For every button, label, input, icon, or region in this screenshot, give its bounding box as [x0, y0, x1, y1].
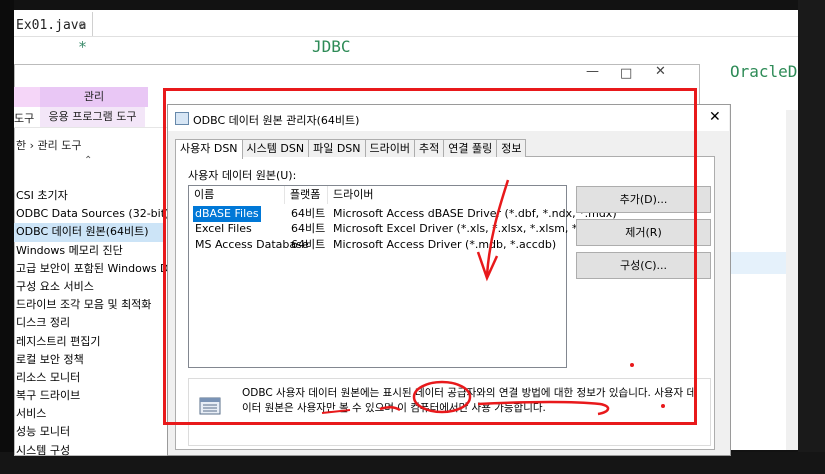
- annotation-marks: [321, 179, 665, 416]
